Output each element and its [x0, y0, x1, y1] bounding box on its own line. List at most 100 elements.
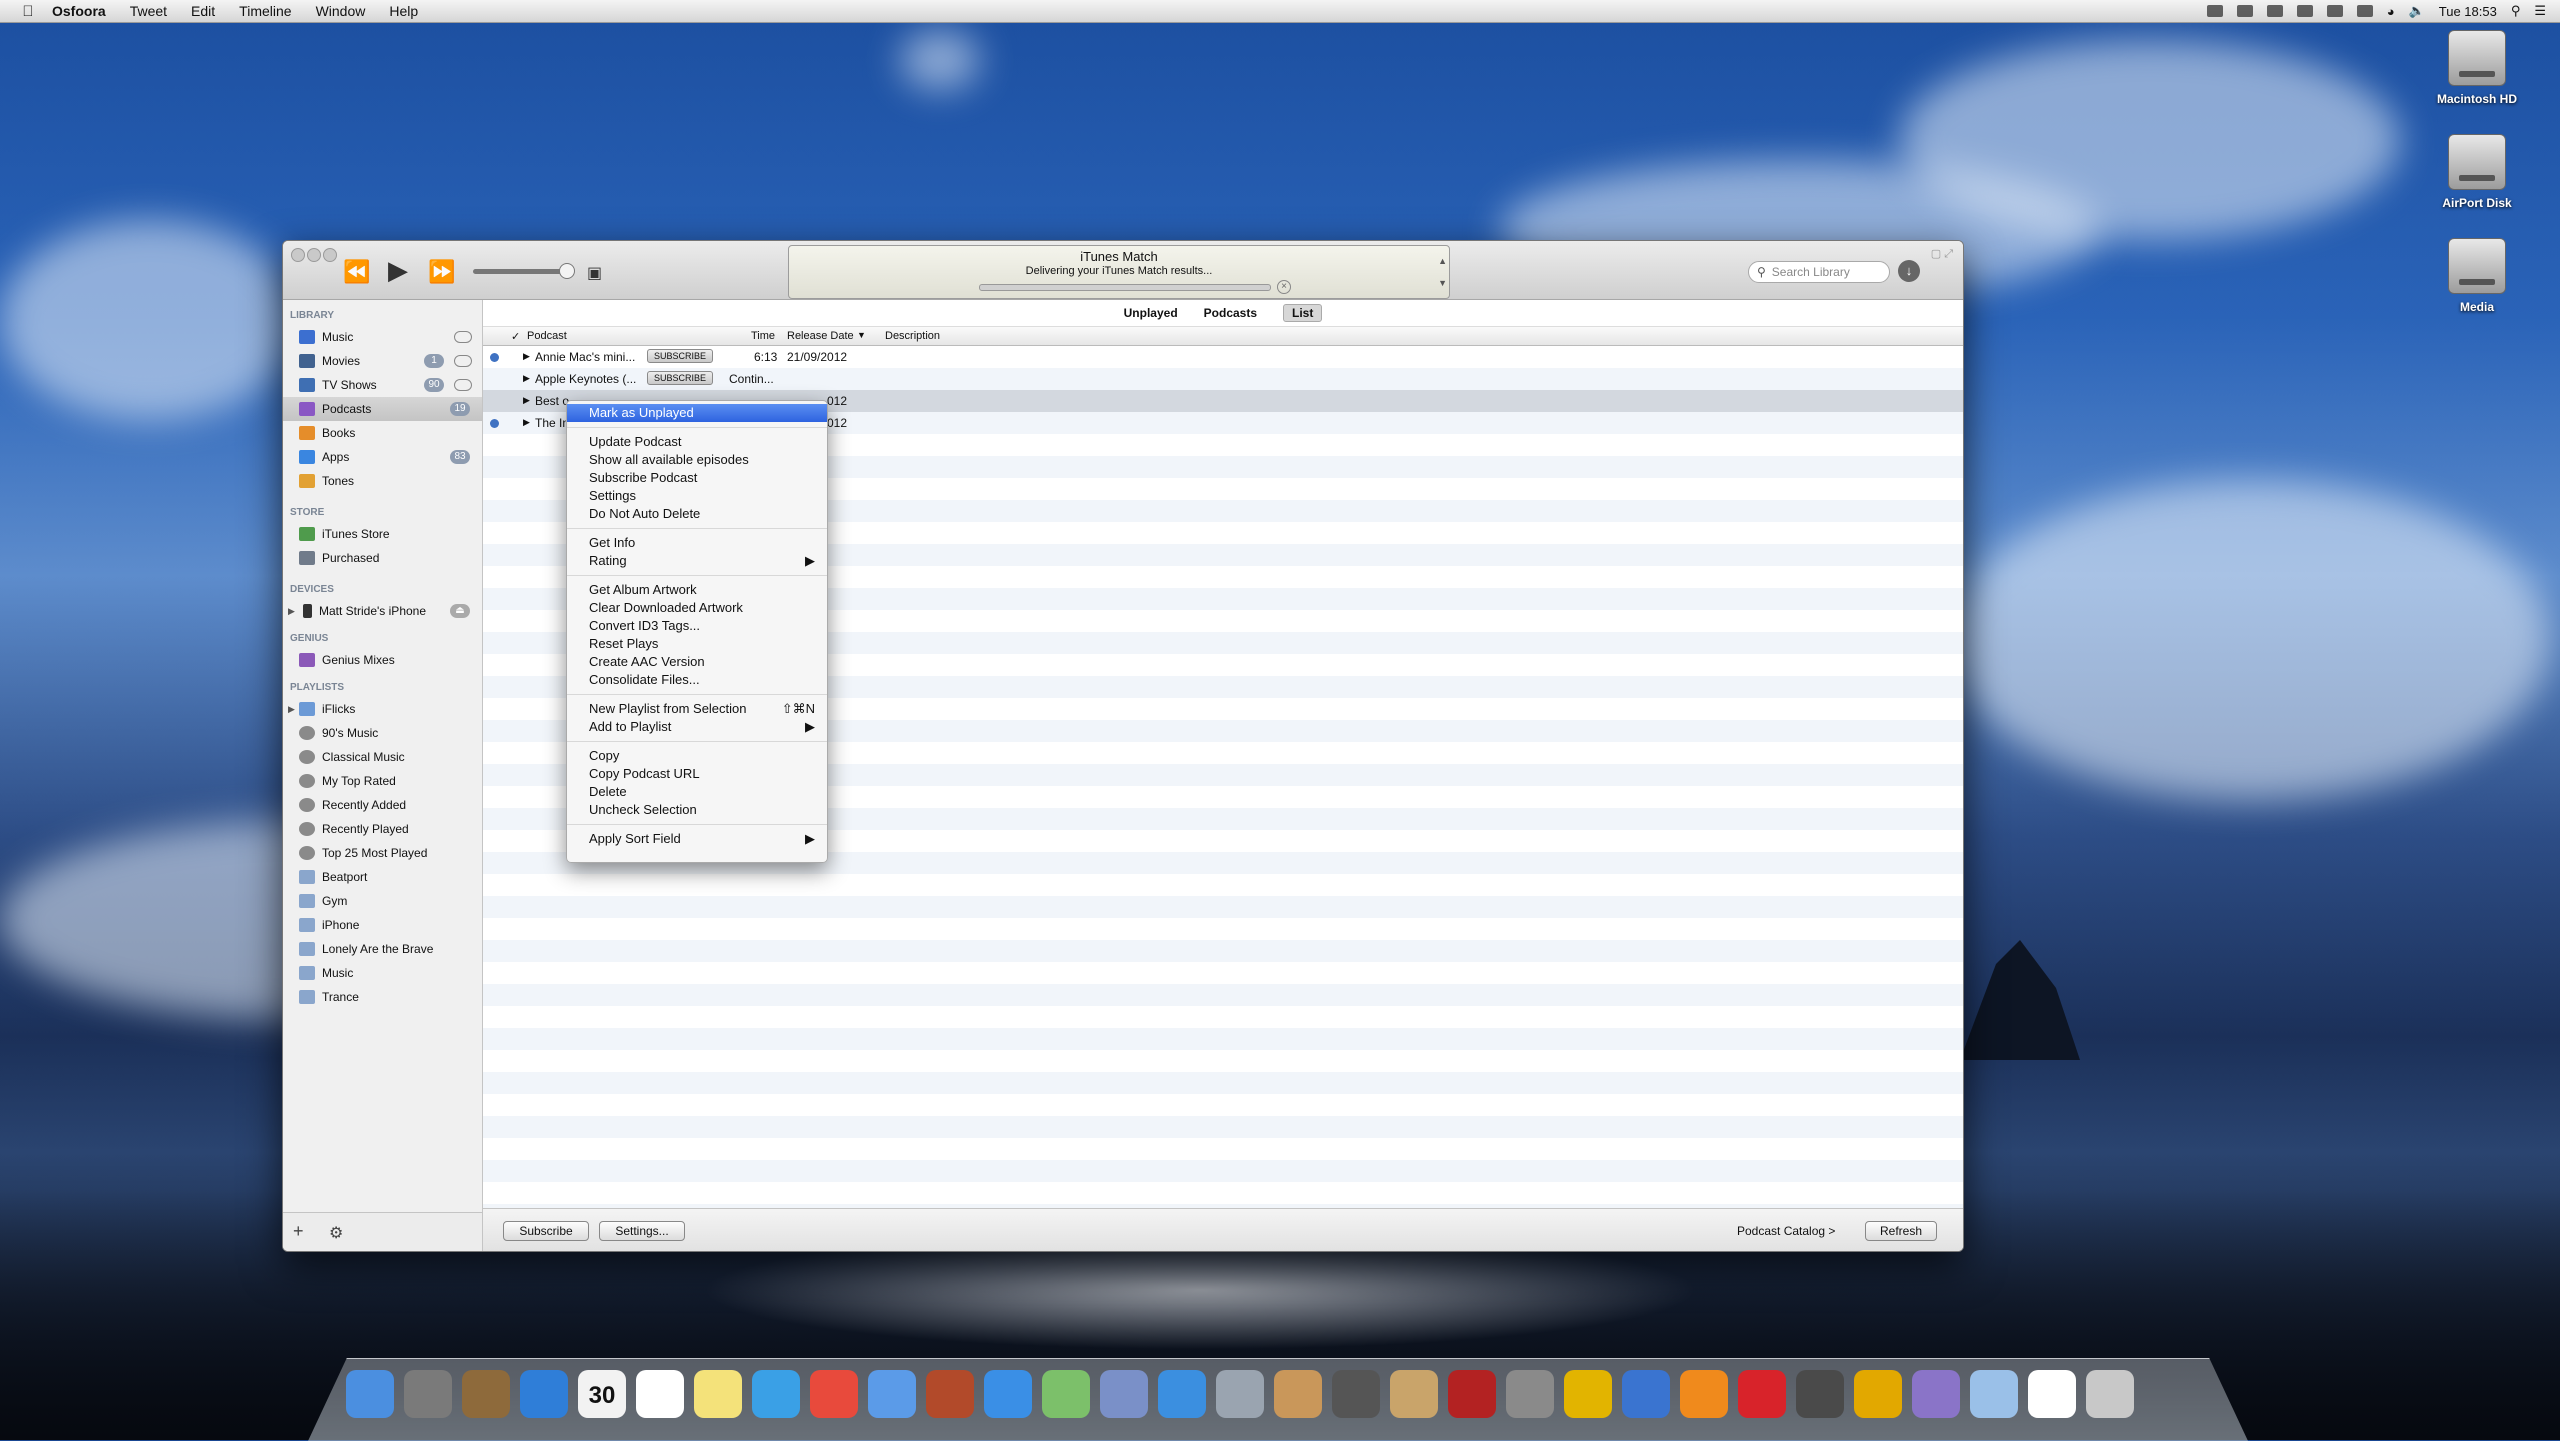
menu-item-new-playlist-from-selection[interactable]: New Playlist from Selection ⇧⌘N	[567, 700, 827, 718]
menu-item-mark-as-unplayed[interactable]: Mark as Unplayed	[567, 404, 827, 422]
chrome-icon[interactable]	[810, 1370, 858, 1418]
menu-item-rating[interactable]: Rating ▶	[567, 552, 827, 570]
sidebar-item-lonely-are-the-brave[interactable]: Lonely Are the Brave	[283, 937, 482, 961]
preview-icon[interactable]	[1100, 1370, 1148, 1418]
fullscreen-icon[interactable]: ▢ ⤢	[1931, 247, 1953, 261]
menu-item-copy[interactable]: Copy	[567, 747, 827, 765]
document-icon[interactable]	[2028, 1370, 2076, 1418]
sidebar-item-iphone-playlist[interactable]: iPhone	[283, 913, 482, 937]
previous-track-icon[interactable]: ⏪	[343, 259, 370, 285]
check-column-icon[interactable]: ✓	[511, 330, 520, 343]
sidebar-item-tones[interactable]: Tones	[283, 469, 482, 493]
mail-icon[interactable]	[1216, 1370, 1264, 1418]
sidebar-item-podcasts[interactable]: Podcasts 19	[283, 397, 482, 421]
contacts-icon[interactable]	[1390, 1370, 1438, 1418]
notification-center-icon[interactable]: ☰	[2534, 3, 2546, 19]
add-playlist-icon[interactable]: +	[293, 1221, 304, 1242]
folder-icon[interactable]	[1970, 1370, 2018, 1418]
notes-icon[interactable]	[694, 1370, 742, 1418]
sidebar-item-gym[interactable]: Gym	[283, 889, 482, 913]
launchpad-icon[interactable]	[404, 1370, 452, 1418]
volume-icon[interactable]: 🔈	[2409, 3, 2425, 19]
menu-item-convert-id3-tags[interactable]: Convert ID3 Tags...	[567, 617, 827, 635]
menu-item-show-all-episodes[interactable]: Show all available episodes	[567, 451, 827, 469]
table-row[interactable]: ▶ Apple Keynotes (... SUBSCRIBE Contin..…	[483, 368, 1963, 390]
menu-window[interactable]: Window	[316, 3, 366, 19]
sidebar-item-iflicks[interactable]: ▶ iFlicks	[283, 697, 482, 721]
table-row[interactable]: ▶ Annie Mac's mini... SUBSCRIBE 6:13 21/…	[483, 346, 1963, 368]
menu-item-update-podcast[interactable]: Update Podcast	[567, 433, 827, 451]
status-icon[interactable]	[2236, 5, 2253, 17]
maps-icon[interactable]	[1042, 1370, 1090, 1418]
menu-item-apply-sort-field[interactable]: Apply Sort Field ▶	[567, 830, 827, 848]
eject-icon[interactable]: ⏏	[450, 604, 470, 618]
parallels-icon[interactable]	[1738, 1370, 1786, 1418]
podcast-catalog-link[interactable]: Podcast Catalog >	[1737, 1224, 1835, 1238]
sidebar-item-apps[interactable]: Apps 83	[283, 445, 482, 469]
photos-icon[interactable]	[1274, 1370, 1322, 1418]
dashboard-icon[interactable]	[462, 1370, 510, 1418]
hairdryer-icon[interactable]	[1854, 1370, 1902, 1418]
subscribe-button[interactable]: SUBSCRIBE	[647, 371, 714, 385]
screen-icon[interactable]	[1622, 1370, 1670, 1418]
sidebar-item-purchased[interactable]: Purchased	[283, 546, 482, 570]
cancel-icon[interactable]: ×	[1277, 280, 1291, 294]
tab-unplayed[interactable]: Unplayed	[1124, 306, 1178, 320]
subscribe-footer-button[interactable]: Subscribe	[503, 1221, 589, 1241]
menu-item-reset-plays[interactable]: Reset Plays	[567, 635, 827, 653]
cocktail-icon[interactable]	[1564, 1370, 1612, 1418]
next-track-icon[interactable]: ⏩	[428, 259, 455, 285]
menu-item-add-to-playlist[interactable]: Add to Playlist ▶	[567, 718, 827, 736]
sidebar-item-iphone[interactable]: ▶ Matt Stride's iPhone ⏏	[283, 599, 482, 623]
time-machine-icon[interactable]	[2326, 5, 2343, 17]
calendar-icon[interactable]: 30	[578, 1370, 626, 1418]
app-store-icon[interactable]	[520, 1370, 568, 1418]
column-description[interactable]: Description	[885, 330, 940, 342]
menu-item-consolidate-files[interactable]: Consolidate Files...	[567, 671, 827, 689]
menu-item-delete[interactable]: Delete	[567, 783, 827, 801]
column-release-date[interactable]: Release Date	[787, 330, 854, 342]
sidebar-item-genius-mixes[interactable]: Genius Mixes	[283, 648, 482, 672]
search-field[interactable]: ⚲ Search Library	[1748, 261, 1890, 283]
menu-item-subscribe-podcast[interactable]: Subscribe Podcast	[567, 469, 827, 487]
birdhouse-icon[interactable]	[926, 1370, 974, 1418]
tab-podcasts[interactable]: Podcasts	[1204, 306, 1257, 320]
spotlight-icon[interactable]: ⚲	[2511, 3, 2521, 19]
sidebar-item-beatport[interactable]: Beatport	[283, 865, 482, 889]
sidebar-item-top-25[interactable]: Top 25 Most Played	[283, 841, 482, 865]
menu-item-clear-downloaded-artwork[interactable]: Clear Downloaded Artwork	[567, 599, 827, 617]
files-icon[interactable]	[1912, 1370, 1960, 1418]
trash-icon[interactable]	[2086, 1370, 2134, 1418]
sidebar-item-movies[interactable]: Movies 1	[283, 349, 482, 373]
sidebar-item-90s-music[interactable]: 90's Music	[283, 721, 482, 745]
menu-timeline[interactable]: Timeline	[239, 3, 291, 19]
camera-icon[interactable]	[1332, 1370, 1380, 1418]
menu-item-do-not-auto-delete[interactable]: Do Not Auto Delete	[567, 505, 827, 523]
wifi-icon[interactable]: ◕	[2387, 4, 2395, 19]
menu-edit[interactable]: Edit	[191, 3, 215, 19]
settings-button[interactable]: Settings...	[599, 1221, 685, 1241]
desktop-icon-macintosh-hd[interactable]: Macintosh HD	[2422, 30, 2532, 106]
menu-item-get-info[interactable]: Get Info	[567, 534, 827, 552]
sidebar-item-recently-played[interactable]: Recently Played	[283, 817, 482, 841]
airplay-icon[interactable]: ▣	[587, 263, 602, 283]
system-prefs-icon[interactable]	[1506, 1370, 1554, 1418]
menu-item-create-aac-version[interactable]: Create AAC Version	[567, 653, 827, 671]
sidebar-item-books[interactable]: Books	[283, 421, 482, 445]
menu-item-uncheck-selection[interactable]: Uncheck Selection	[567, 801, 827, 819]
refresh-button[interactable]: Refresh	[1865, 1221, 1937, 1241]
menu-help[interactable]: Help	[389, 3, 418, 19]
downloads-icon[interactable]: ↓	[1898, 260, 1920, 282]
sidebar-item-music[interactable]: Music	[283, 325, 482, 349]
messages-icon[interactable]	[984, 1370, 1032, 1418]
battery-icon[interactable]	[2296, 5, 2313, 17]
tab-list[interactable]: List	[1283, 304, 1323, 322]
menu-tweet[interactable]: Tweet	[130, 3, 167, 19]
disclosure-triangle-icon[interactable]: ▶	[288, 606, 295, 617]
reminders-icon[interactable]	[636, 1370, 684, 1418]
disclosure-triangle-icon[interactable]: ▶	[523, 373, 530, 384]
menu-app-name[interactable]: Osfoora	[52, 3, 106, 19]
close-button[interactable]	[291, 248, 305, 262]
minimize-button[interactable]	[307, 248, 321, 262]
apple-menu-icon[interactable]: 	[18, 3, 38, 20]
